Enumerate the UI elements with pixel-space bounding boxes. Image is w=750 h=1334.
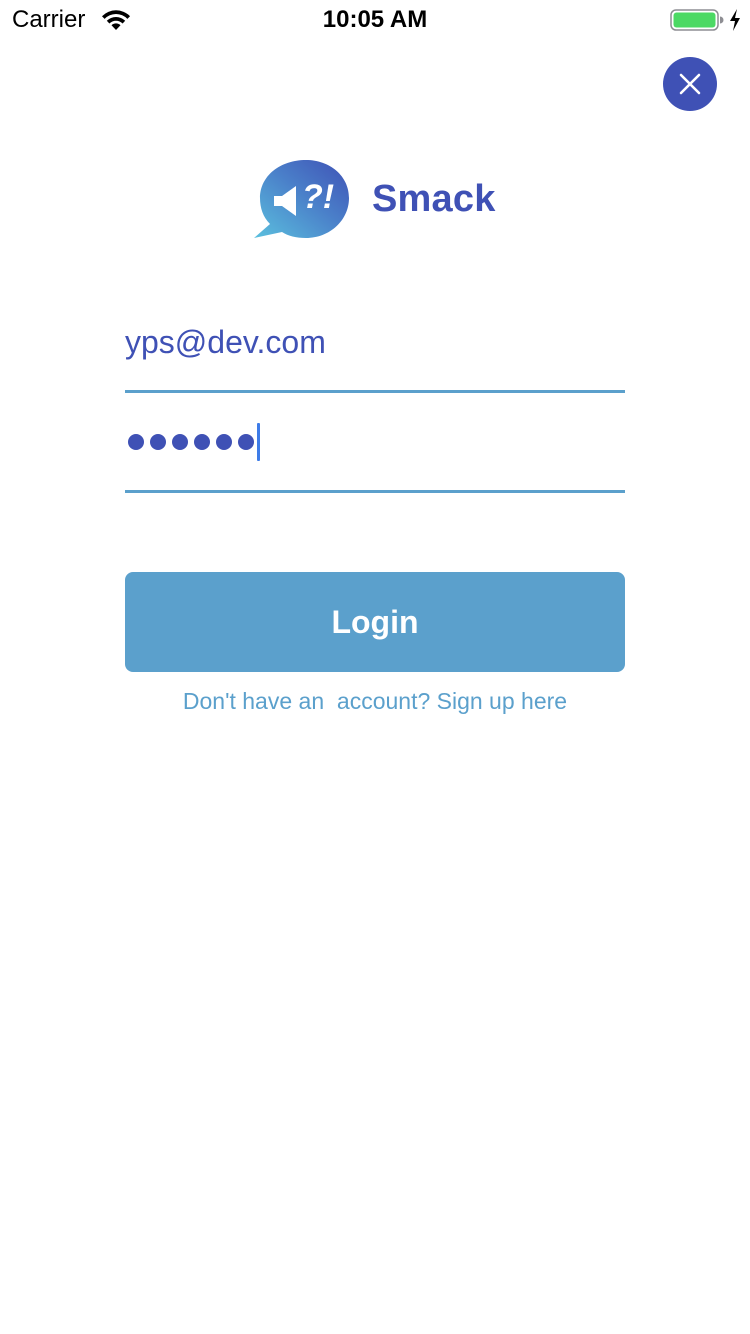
battery-icon — [670, 9, 724, 31]
password-dot — [216, 434, 232, 450]
password-dot — [238, 434, 254, 450]
email-value: yps@dev.com — [125, 324, 326, 360]
speech-bubble-megaphone-icon: ?! — [254, 160, 349, 238]
password-dot — [150, 434, 166, 450]
charging-icon — [730, 9, 740, 31]
clock: 10:05 AM — [322, 6, 428, 33]
email-field[interactable]: yps@dev.com — [125, 324, 625, 393]
password-dot — [194, 434, 210, 450]
password-dot — [172, 434, 188, 450]
close-button[interactable] — [663, 57, 717, 111]
brand-name: Smack — [372, 178, 496, 220]
signup-link[interactable]: Don't have an account? Sign up here — [0, 688, 750, 715]
password-mask — [128, 423, 260, 461]
login-button[interactable]: Login — [125, 572, 625, 672]
text-caret — [257, 423, 260, 461]
svg-text:?!: ?! — [302, 178, 334, 216]
password-field[interactable] — [125, 423, 625, 493]
password-dot — [128, 434, 144, 450]
status-bar: Carrier 10:05 AM — [0, 0, 750, 40]
close-icon — [679, 73, 701, 95]
